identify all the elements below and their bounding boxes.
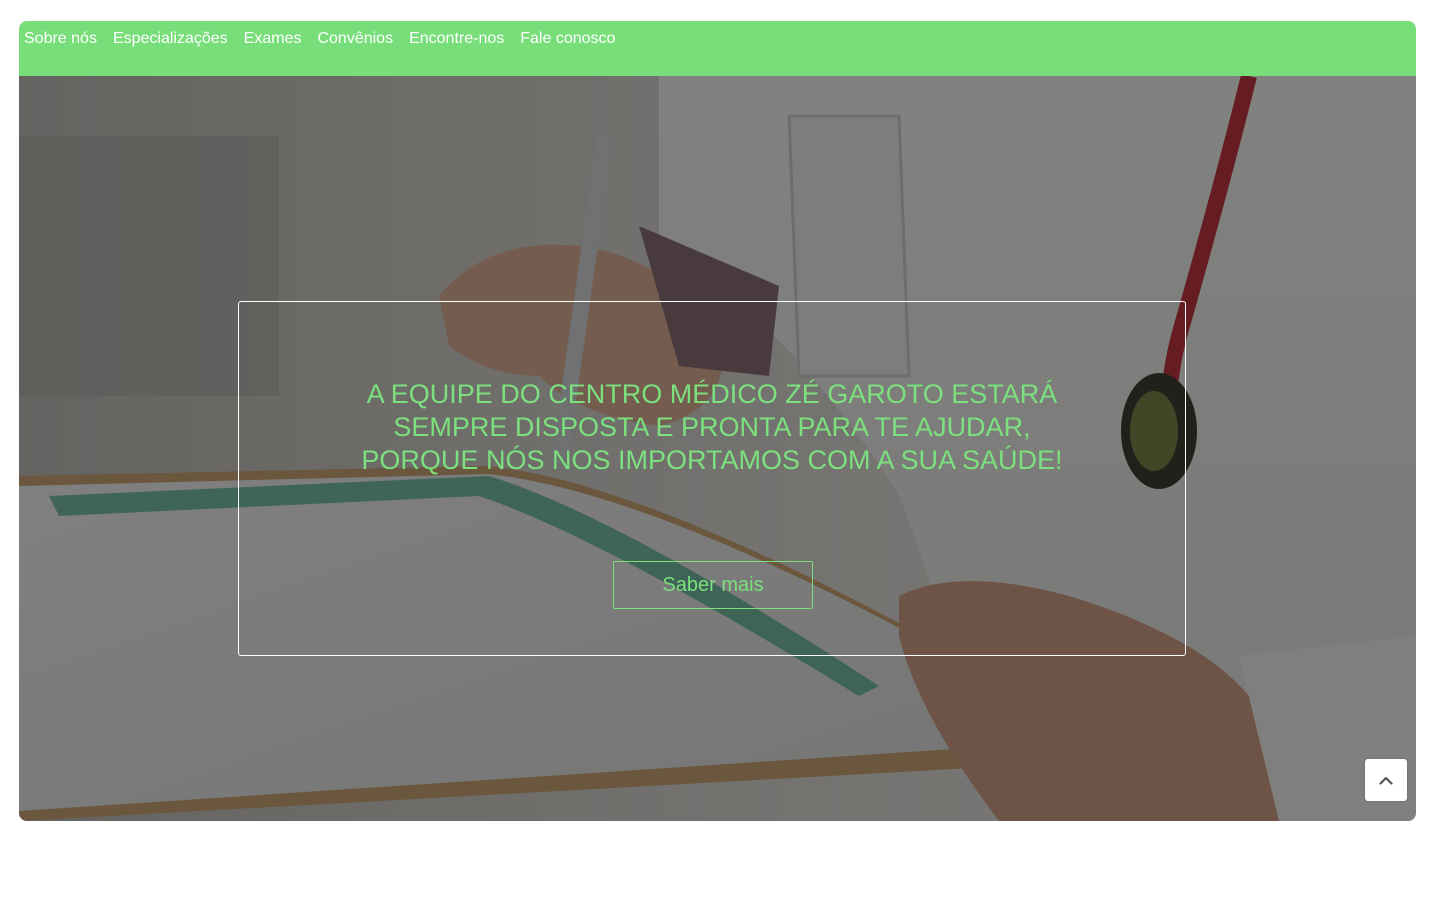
- scroll-to-top-button[interactable]: [1365, 759, 1407, 801]
- nav-item-sobre-nos[interactable]: Sobre nós: [24, 30, 97, 48]
- hero-message-box: A EQUIPE DO CENTRO MÉDICO ZÉ GAROTO ESTA…: [238, 301, 1186, 656]
- hero-headline-line-1: A EQUIPE DO CENTRO MÉDICO ZÉ GAROTO ESTA…: [366, 379, 1058, 409]
- page-frame: Sobre nós Especializações Exames Convêni…: [19, 21, 1416, 821]
- top-navbar: Sobre nós Especializações Exames Convêni…: [19, 21, 1416, 76]
- chevron-up-icon: [1379, 776, 1393, 785]
- nav-item-convenios[interactable]: Convênios: [317, 30, 393, 48]
- hero-section: A EQUIPE DO CENTRO MÉDICO ZÉ GAROTO ESTA…: [19, 76, 1416, 821]
- nav-item-exames[interactable]: Exames: [244, 30, 302, 48]
- hero-headline: A EQUIPE DO CENTRO MÉDICO ZÉ GAROTO ESTA…: [239, 378, 1185, 477]
- nav-item-especializacoes[interactable]: Especializações: [113, 30, 228, 48]
- nav-item-fale-conosco[interactable]: Fale conosco: [520, 30, 615, 48]
- hero-headline-line-2: SEMPRE DISPOSTA E PRONTA PARA TE AJUDAR,: [393, 412, 1031, 442]
- saber-mais-button[interactable]: Saber mais: [613, 561, 813, 609]
- hero-headline-line-3: PORQUE NÓS NOS IMPORTAMOS COM A SUA SAÚD…: [361, 445, 1063, 475]
- nav-menu: Sobre nós Especializações Exames Convêni…: [19, 21, 1416, 56]
- nav-item-encontre-nos[interactable]: Encontre-nos: [409, 30, 504, 48]
